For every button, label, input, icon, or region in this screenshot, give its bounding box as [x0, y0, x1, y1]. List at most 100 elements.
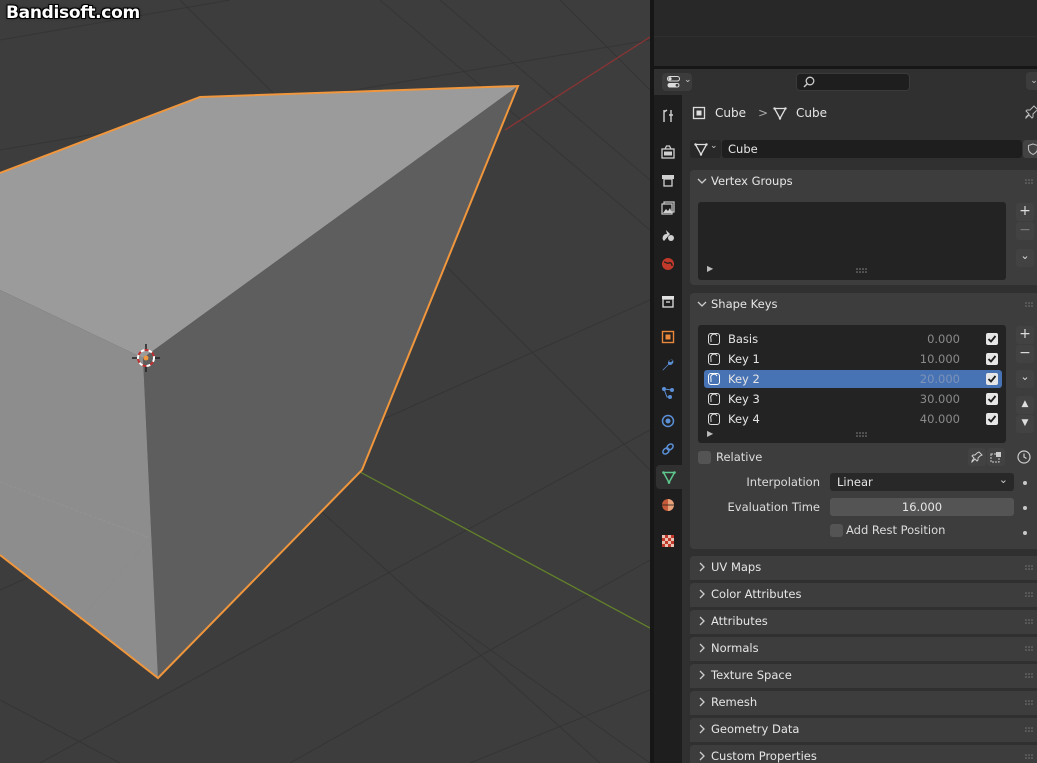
shape-key-specials-button[interactable]: ⌄ — [1016, 370, 1034, 388]
drag-handle-icon[interactable] — [1025, 592, 1035, 598]
resize-handle-icon[interactable] — [856, 268, 868, 273]
tab-texture[interactable] — [656, 529, 680, 553]
normals-panel[interactable]: Normals — [690, 637, 1037, 661]
shape-key-row[interactable]: Key 3 30.000 — [704, 390, 1002, 408]
tool-icon — [663, 109, 673, 122]
3d-viewport[interactable]: Bandisoft.com — [0, 0, 650, 763]
tab-object[interactable] — [656, 325, 680, 349]
object-icon — [661, 330, 675, 344]
shape-key-mute-checkbox[interactable] — [986, 353, 998, 365]
remove-vertex-group-button[interactable]: − — [1016, 222, 1034, 240]
shape-key-mute-checkbox[interactable] — [986, 373, 998, 385]
mesh-icon — [694, 143, 708, 156]
tab-constraints[interactable] — [656, 437, 680, 461]
collection-icon — [662, 296, 674, 308]
shape-key-icon — [708, 393, 720, 405]
vertex-groups-list[interactable]: ▶ — [698, 202, 1006, 280]
shape-key-row-selected[interactable]: Key 2 20.000 — [704, 370, 1002, 388]
pin-icon[interactable] — [1025, 105, 1037, 119]
mesh-data-icon — [662, 471, 676, 484]
mesh-name-field[interactable]: Cube — [722, 140, 1022, 158]
edit-mode-icon — [990, 452, 1001, 463]
relative-checkbox[interactable] — [698, 451, 711, 464]
shape-key-value[interactable]: 0.000 — [894, 332, 960, 346]
shape-key-mute-checkbox[interactable] — [986, 413, 998, 425]
properties-search-input[interactable] — [796, 73, 910, 91]
drag-handle-icon[interactable] — [1025, 727, 1035, 733]
clock-icon[interactable] — [1017, 450, 1031, 464]
shape-key-mute-checkbox[interactable] — [986, 333, 998, 345]
tab-material[interactable] — [656, 493, 680, 517]
interpolation-dropdown[interactable]: Linear ⌄ — [830, 473, 1014, 491]
chevron-down-icon: ⌄ — [684, 75, 692, 85]
remove-shape-key-button[interactable]: − — [1016, 345, 1034, 363]
chevron-right-icon — [699, 643, 705, 653]
drag-handle-icon[interactable] — [1025, 179, 1035, 185]
keyframe-dot-icon[interactable] — [1023, 531, 1027, 535]
editor-type-button[interactable]: ⌄ — [662, 73, 692, 91]
drag-handle-icon[interactable] — [1025, 646, 1035, 652]
remesh-panel[interactable]: Remesh — [690, 691, 1037, 715]
shape-key-lock-button[interactable] — [968, 448, 986, 466]
properties-editor-icon — [667, 76, 680, 88]
shape-key-name: Key 4 — [728, 412, 760, 426]
drag-handle-icon[interactable] — [1025, 565, 1035, 571]
add-rest-position-checkbox[interactable] — [830, 524, 843, 537]
vertex-groups-header[interactable]: Vertex Groups — [690, 170, 1037, 194]
tab-render[interactable] — [656, 140, 680, 164]
tab-scene[interactable] — [656, 224, 680, 248]
shape-key-edit-mode-button[interactable] — [987, 448, 1005, 466]
geometry-data-panel[interactable]: Geometry Data — [690, 718, 1037, 742]
shape-key-row[interactable]: Basis 0.000 — [704, 330, 1002, 348]
shape-key-value[interactable]: 20.000 — [894, 372, 960, 386]
drag-handle-icon[interactable] — [1025, 700, 1035, 706]
shape-key-mute-checkbox[interactable] — [986, 393, 998, 405]
shape-key-value[interactable]: 40.000 — [894, 412, 960, 426]
output-icon — [662, 175, 674, 187]
expand-filter-icon[interactable]: ▶ — [707, 429, 713, 438]
tab-collection[interactable] — [656, 289, 680, 313]
tab-modifier[interactable] — [656, 353, 680, 377]
tab-view-layer[interactable] — [656, 196, 680, 220]
drag-handle-icon[interactable] — [1025, 754, 1035, 760]
shape-key-value[interactable]: 30.000 — [894, 392, 960, 406]
shape-keys-header[interactable]: Shape Keys — [690, 293, 1037, 317]
expand-filter-icon[interactable]: ▶ — [707, 264, 713, 273]
uv-maps-panel[interactable]: UV Maps — [690, 556, 1037, 580]
interpolation-value: Linear — [837, 475, 873, 489]
keyframe-dot-icon[interactable] — [1023, 481, 1027, 485]
evaluation-time-field[interactable]: 16.000 — [830, 498, 1014, 516]
tab-physics[interactable] — [656, 409, 680, 433]
attributes-panel[interactable]: Attributes — [690, 610, 1037, 634]
chevron-right-icon — [699, 562, 705, 572]
header-options-button[interactable]: ⌄ — [1026, 72, 1037, 90]
vertex-group-specials-button[interactable]: ⌄ — [1016, 249, 1034, 267]
tab-particles[interactable] — [656, 381, 680, 405]
keyframe-dot-icon[interactable] — [1023, 506, 1027, 510]
pin-icon — [971, 451, 983, 463]
resize-handle-icon[interactable] — [856, 432, 868, 437]
texture-space-panel[interactable]: Texture Space — [690, 664, 1037, 688]
shape-key-value[interactable]: 10.000 — [894, 352, 960, 366]
drag-handle-icon[interactable] — [1025, 619, 1035, 625]
drag-handle-icon[interactable] — [1025, 673, 1035, 679]
mesh-browse-button[interactable]: ⌄ — [690, 140, 721, 158]
shape-key-row[interactable]: Key 4 40.000 — [704, 410, 1002, 428]
move-up-button[interactable]: ▲ — [1016, 396, 1034, 414]
tab-output[interactable] — [656, 168, 680, 192]
color-attributes-panel[interactable]: Color Attributes — [690, 583, 1037, 607]
tab-tool[interactable] — [656, 104, 680, 128]
fake-user-button[interactable] — [1023, 140, 1037, 158]
custom-properties-panel[interactable]: Custom Properties — [690, 745, 1037, 763]
panel-title: Custom Properties — [711, 749, 817, 763]
shape-keys-list[interactable]: Basis 0.000 Key 1 10.000 Key 2 20.000 Ke… — [698, 325, 1006, 443]
tab-world[interactable] — [656, 252, 680, 276]
add-vertex-group-button[interactable]: + — [1016, 203, 1034, 221]
move-down-button[interactable]: ▼ — [1016, 415, 1034, 433]
panel-title: UV Maps — [711, 560, 762, 574]
drag-handle-icon[interactable] — [1025, 302, 1035, 308]
tab-data[interactable] — [656, 465, 682, 489]
shape-key-row[interactable]: Key 1 10.000 — [704, 350, 1002, 368]
relative-label: Relative — [716, 450, 763, 464]
add-shape-key-button[interactable]: + — [1016, 326, 1034, 344]
